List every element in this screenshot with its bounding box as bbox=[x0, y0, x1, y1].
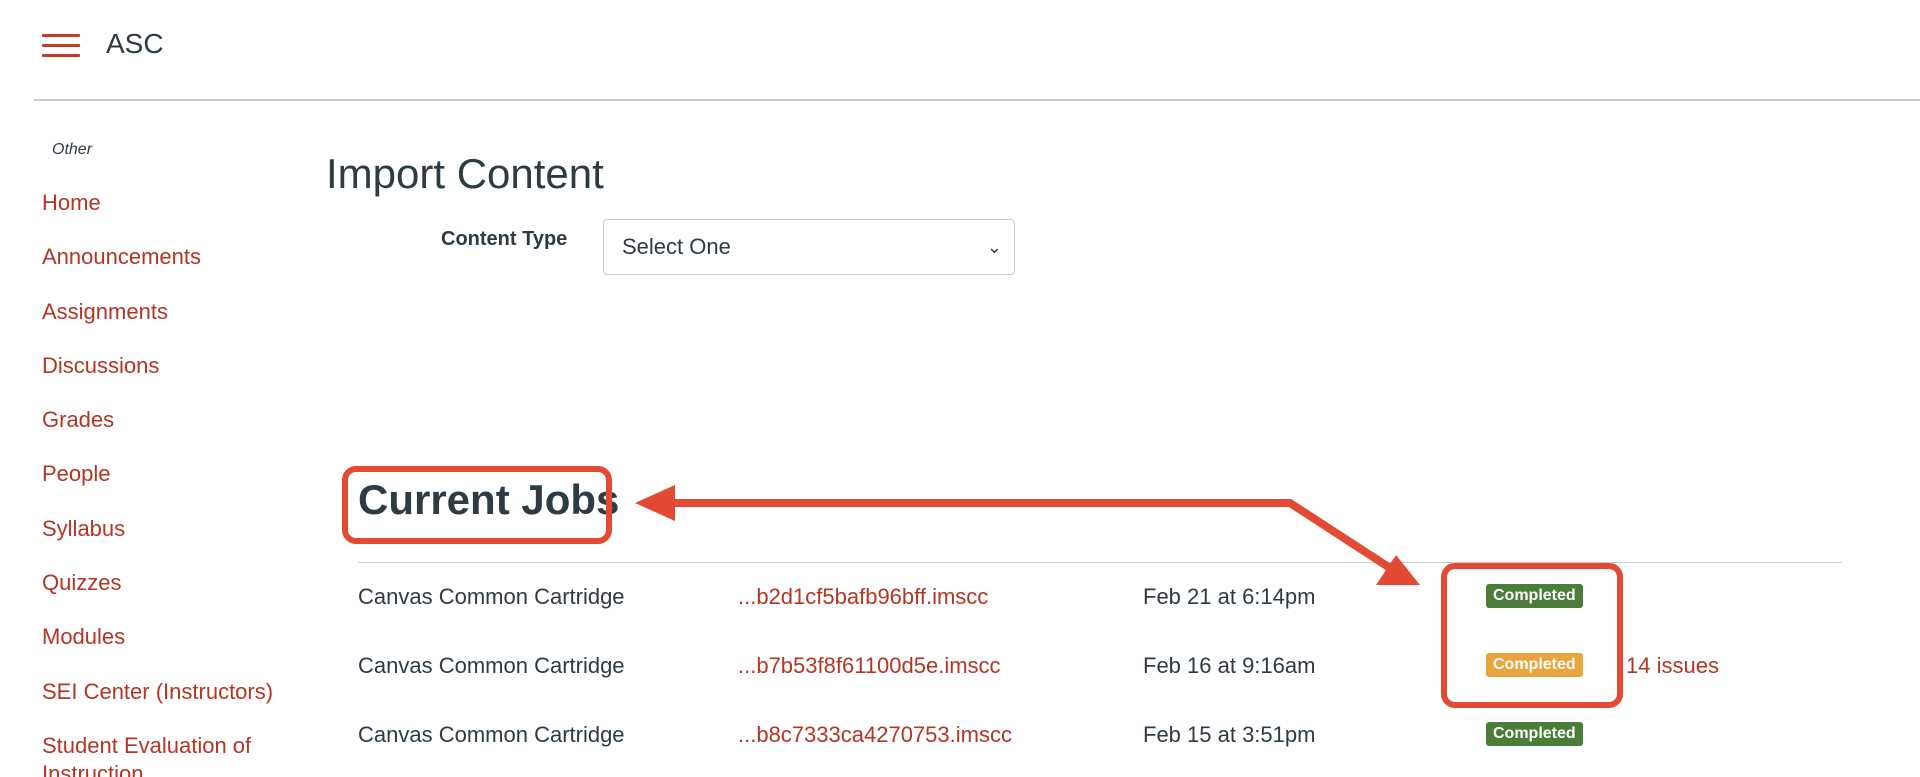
jobs-divider bbox=[358, 562, 1842, 563]
job-type: Canvas Common Cartridge bbox=[358, 584, 625, 609]
job-file-link[interactable]: ...b7b53f8f61100d5e.imscc bbox=[738, 653, 1001, 679]
sidebar-list: Home Announcements Assignments Discussio… bbox=[42, 189, 292, 777]
annotation-highlight-box bbox=[1441, 563, 1623, 708]
job-date: Feb 16 at 9:16am bbox=[1143, 653, 1316, 678]
course-navigation: Other Home Announcements Assignments Dis… bbox=[0, 101, 300, 777]
content-type-select[interactable]: Select One ⌄ bbox=[603, 219, 1015, 275]
annotation-arrowhead-right bbox=[1376, 555, 1420, 585]
sidebar-item-modules[interactable]: Modules bbox=[42, 623, 292, 677]
sidebar-item-announcements[interactable]: Announcements bbox=[42, 243, 292, 297]
job-date: Feb 15 at 3:51pm bbox=[1143, 722, 1316, 747]
job-type: Canvas Common Cartridge bbox=[358, 653, 625, 678]
sidebar-item-sei-center[interactable]: SEI Center (Instructors) bbox=[42, 678, 292, 732]
course-title[interactable]: ASC bbox=[106, 28, 164, 60]
table-row: Canvas Common Cartridge ...b8c7333ca4270… bbox=[358, 722, 1842, 762]
job-type: Canvas Common Cartridge bbox=[358, 722, 625, 747]
header: ASC bbox=[0, 0, 1920, 101]
content-type-selected-value: Select One bbox=[622, 234, 731, 259]
status-badge: Completed bbox=[1486, 722, 1583, 746]
sidebar-item-home[interactable]: Home bbox=[42, 189, 292, 243]
job-date: Feb 21 at 6:14pm bbox=[1143, 584, 1316, 609]
page-title: Import Content bbox=[326, 150, 604, 197]
sidebar-item-assignments[interactable]: Assignments bbox=[42, 298, 292, 352]
annotation-arrow-line bbox=[665, 499, 1393, 572]
sidebar-item-syllabus[interactable]: Syllabus bbox=[42, 515, 292, 569]
annotation-highlight-box bbox=[342, 466, 612, 544]
sidebar-item-quizzes[interactable]: Quizzes bbox=[42, 569, 292, 623]
chevron-down-icon: ⌄ bbox=[986, 237, 1002, 257]
header-divider bbox=[34, 99, 1920, 101]
job-file-link[interactable]: ...b2d1cf5bafb96bff.imscc bbox=[738, 584, 988, 610]
job-file-link[interactable]: ...b8c7333ca4270753.imscc bbox=[738, 722, 1012, 748]
sidebar-section-label: Other bbox=[52, 141, 93, 158]
sidebar-item-people[interactable]: People bbox=[42, 460, 292, 514]
job-issues-link[interactable]: 14 issues bbox=[1626, 653, 1719, 679]
sidebar-item-grades[interactable]: Grades bbox=[42, 406, 292, 460]
annotation-arrowhead-left bbox=[635, 485, 675, 521]
sidebar-item-student-evaluation[interactable]: Student Evaluation of Instruction bbox=[42, 732, 292, 777]
hamburger-icon[interactable] bbox=[42, 32, 80, 60]
page: ASC Other Home Announcements Assignments… bbox=[0, 0, 1920, 777]
sidebar-item-discussions[interactable]: Discussions bbox=[42, 352, 292, 406]
content-type-label: Content Type bbox=[441, 228, 568, 250]
